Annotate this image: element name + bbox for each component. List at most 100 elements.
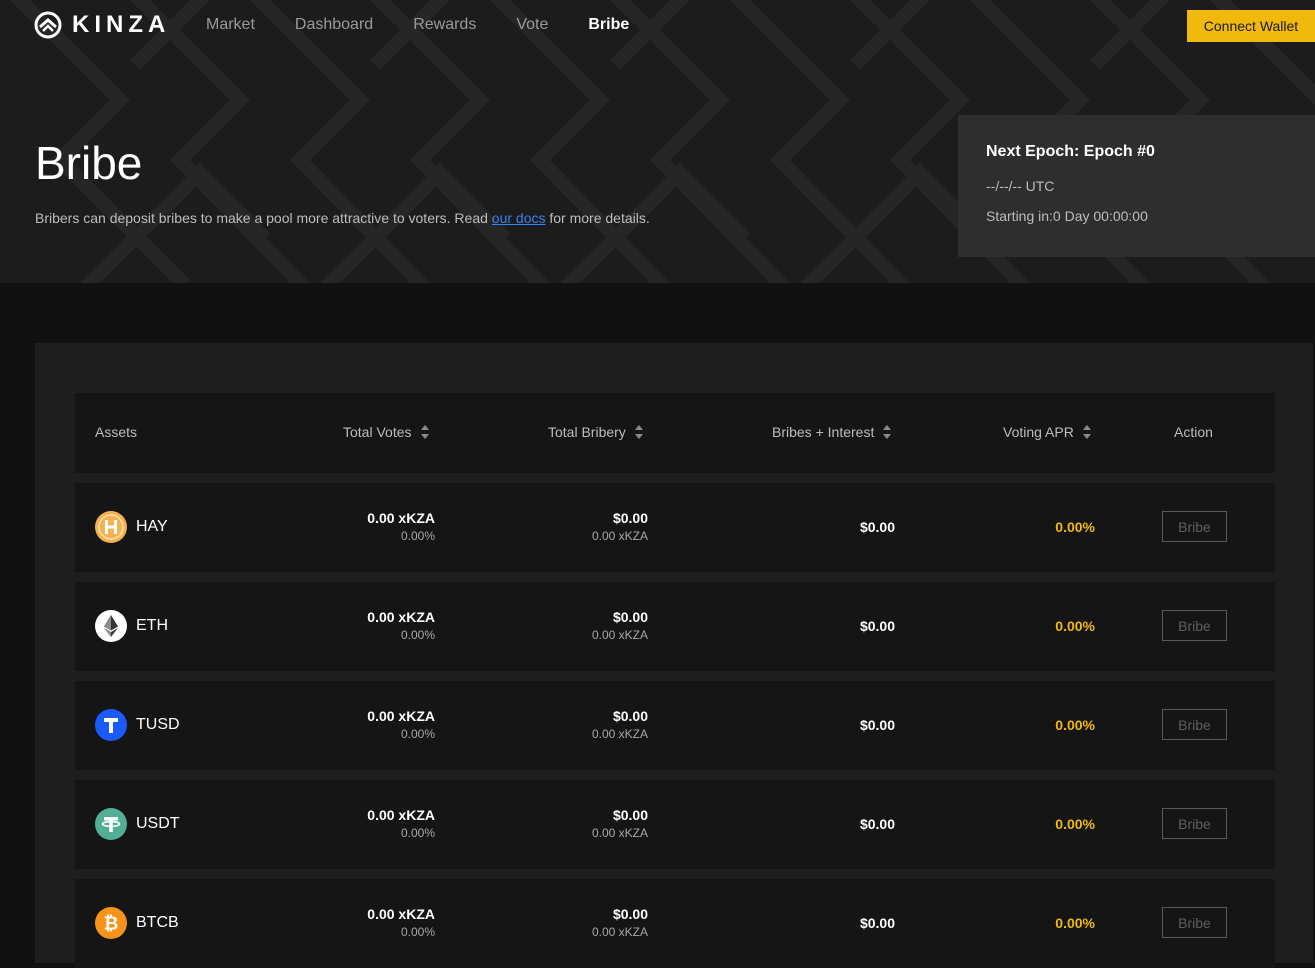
- page-title: Bribe: [35, 137, 143, 189]
- header-bribes-interest[interactable]: Bribes + Interest: [772, 424, 892, 440]
- table-row: HAY 0.00 xKZA 0.00% $0.00 0.00 xKZA $0.0…: [75, 483, 1275, 572]
- epoch-date: --/--/-- UTC: [986, 178, 1055, 194]
- header-action: Action: [1174, 424, 1213, 440]
- nav-rewards[interactable]: Rewards: [413, 16, 476, 34]
- voting-apr-cell: 0.00%: [1055, 618, 1095, 634]
- hay-coin-icon: [95, 511, 127, 543]
- sort-icon: [634, 425, 643, 439]
- nav-bribe[interactable]: Bribe: [588, 16, 629, 34]
- total-votes-cell: 0.00 xKZA 0.00%: [367, 807, 435, 840]
- total-votes-value: 0.00 xKZA: [367, 609, 435, 625]
- bribe-button[interactable]: Bribe: [1162, 610, 1227, 641]
- total-votes-cell: 0.00 xKZA 0.00%: [367, 708, 435, 741]
- table-row: ETH 0.00 xKZA 0.00% $0.00 0.00 xKZA $0.0…: [75, 582, 1275, 671]
- total-votes-cell: 0.00 xKZA 0.00%: [367, 510, 435, 543]
- nav-vote[interactable]: Vote: [516, 16, 548, 34]
- bribe-button[interactable]: Bribe: [1162, 511, 1227, 542]
- total-bribery-cell: $0.00 0.00 xKZA: [592, 609, 648, 642]
- total-bribery-value: $0.00: [612, 510, 648, 526]
- total-votes-cell: 0.00 xKZA 0.00%: [367, 906, 435, 939]
- header-total-bribery[interactable]: Total Bribery: [548, 424, 644, 440]
- header-action-label: Action: [1174, 424, 1213, 440]
- nav-links: Market Dashboard Rewards Vote Bribe: [206, 16, 669, 34]
- total-bribery-sub: 0.00 xKZA: [591, 826, 648, 840]
- bribes-interest-value: $0.00: [859, 717, 895, 733]
- bribe-table-panel: Assets Total Votes Total Bribery Bribes …: [35, 343, 1313, 968]
- header-assets-label: Assets: [95, 424, 138, 440]
- bribe-button[interactable]: Bribe: [1162, 907, 1227, 938]
- voting-apr-value: 0.00%: [1055, 618, 1095, 634]
- kinza-logo[interactable]: KINZA: [34, 10, 170, 40]
- tusd-coin-icon: [95, 709, 127, 741]
- sort-icon: [1082, 425, 1091, 439]
- epoch-countdown: Starting in:0 Day 00:00:00: [986, 208, 1148, 224]
- eth-coin-icon: [95, 610, 127, 642]
- header-total-votes[interactable]: Total Votes: [343, 424, 430, 440]
- bribes-interest-cell: $0.00: [860, 618, 895, 634]
- total-bribery-cell: $0.00 0.00 xKZA: [592, 708, 648, 741]
- total-votes-value: 0.00 xKZA: [367, 510, 435, 526]
- total-bribery-sub: 0.00 xKZA: [591, 925, 648, 939]
- bribes-interest-value: $0.00: [859, 816, 895, 832]
- total-bribery-value: $0.00: [612, 807, 648, 823]
- voting-apr-value: 0.00%: [1055, 915, 1095, 931]
- voting-apr-value: 0.00%: [1055, 816, 1095, 832]
- nav-market[interactable]: Market: [206, 16, 255, 34]
- bribes-interest-value: $0.00: [859, 618, 895, 634]
- bribes-interest-cell: $0.00: [860, 519, 895, 535]
- total-bribery-sub: 0.00 xKZA: [591, 628, 648, 642]
- total-votes-value: 0.00 xKZA: [367, 906, 435, 922]
- bribe-button[interactable]: Bribe: [1162, 709, 1227, 740]
- sort-icon: [883, 425, 892, 439]
- total-votes-value: 0.00 xKZA: [367, 708, 435, 724]
- hero-banner: KINZA Market Dashboard Rewards Vote Brib…: [0, 0, 1315, 283]
- voting-apr-value: 0.00%: [1055, 717, 1095, 733]
- total-bribery-value: $0.00: [612, 708, 648, 724]
- voting-apr-cell: 0.00%: [1055, 519, 1095, 535]
- total-votes-percent: 0.00%: [400, 925, 435, 939]
- connect-wallet-button[interactable]: Connect Wallet: [1187, 10, 1315, 42]
- description-text: Bribers can deposit bribes to make a poo…: [35, 210, 492, 226]
- top-navigation: KINZA Market Dashboard Rewards Vote Brib…: [0, 0, 1315, 52]
- asset-name: USDT: [136, 815, 180, 832]
- docs-link[interactable]: our docs: [492, 210, 546, 226]
- total-bribery-cell: $0.00 0.00 xKZA: [592, 807, 648, 840]
- bribes-interest-cell: $0.00: [860, 915, 895, 931]
- asset-cell: TUSD: [95, 709, 180, 741]
- header-voting-apr[interactable]: Voting APR: [1003, 424, 1092, 440]
- bribes-interest-cell: $0.00: [860, 816, 895, 832]
- header-voting-apr-label: Voting APR: [1003, 424, 1074, 440]
- kinza-logo-icon: [34, 11, 62, 39]
- total-bribery-value: $0.00: [612, 906, 648, 922]
- asset-name: ETH: [136, 617, 168, 634]
- total-votes-percent: 0.00%: [400, 529, 435, 543]
- page-description: Bribers can deposit bribes to make a poo…: [35, 210, 650, 226]
- header-total-bribery-label: Total Bribery: [548, 424, 626, 440]
- bribes-interest-value: $0.00: [859, 915, 895, 931]
- total-votes-cell: 0.00 xKZA 0.00%: [367, 609, 435, 642]
- nav-dashboard[interactable]: Dashboard: [295, 16, 373, 34]
- bribes-interest-cell: $0.00: [860, 717, 895, 733]
- total-votes-percent: 0.00%: [400, 826, 435, 840]
- asset-name: BTCB: [136, 914, 179, 931]
- header-assets: Assets: [95, 424, 137, 440]
- asset-cell: USDT: [95, 808, 180, 840]
- sort-icon: [420, 425, 429, 439]
- description-text-end: for more details.: [545, 210, 650, 226]
- bribe-button[interactable]: Bribe: [1162, 808, 1227, 839]
- total-votes-value: 0.00 xKZA: [367, 807, 435, 823]
- table-header: Assets Total Votes Total Bribery Bribes …: [75, 393, 1275, 473]
- header-bribes-interest-label: Bribes + Interest: [772, 424, 875, 440]
- total-bribery-sub: 0.00 xKZA: [591, 727, 648, 741]
- epoch-card: Next Epoch: Epoch #0 --/--/-- UTC Starti…: [958, 115, 1315, 257]
- table-row: USDT 0.00 xKZA 0.00% $0.00 0.00 xKZA $0.…: [75, 780, 1275, 869]
- total-votes-percent: 0.00%: [400, 628, 435, 642]
- brand-name: KINZA: [72, 11, 171, 38]
- btcb-coin-icon: ₿: [95, 907, 127, 939]
- total-bribery-cell: $0.00 0.00 xKZA: [592, 510, 648, 543]
- usdt-coin-icon: [95, 808, 127, 840]
- bribes-interest-value: $0.00: [859, 519, 895, 535]
- table-row: ₿ BTCB 0.00 xKZA 0.00% $0.00 0.00 xKZA $…: [75, 879, 1275, 968]
- total-bribery-value: $0.00: [612, 609, 648, 625]
- total-bribery-cell: $0.00 0.00 xKZA: [592, 906, 648, 939]
